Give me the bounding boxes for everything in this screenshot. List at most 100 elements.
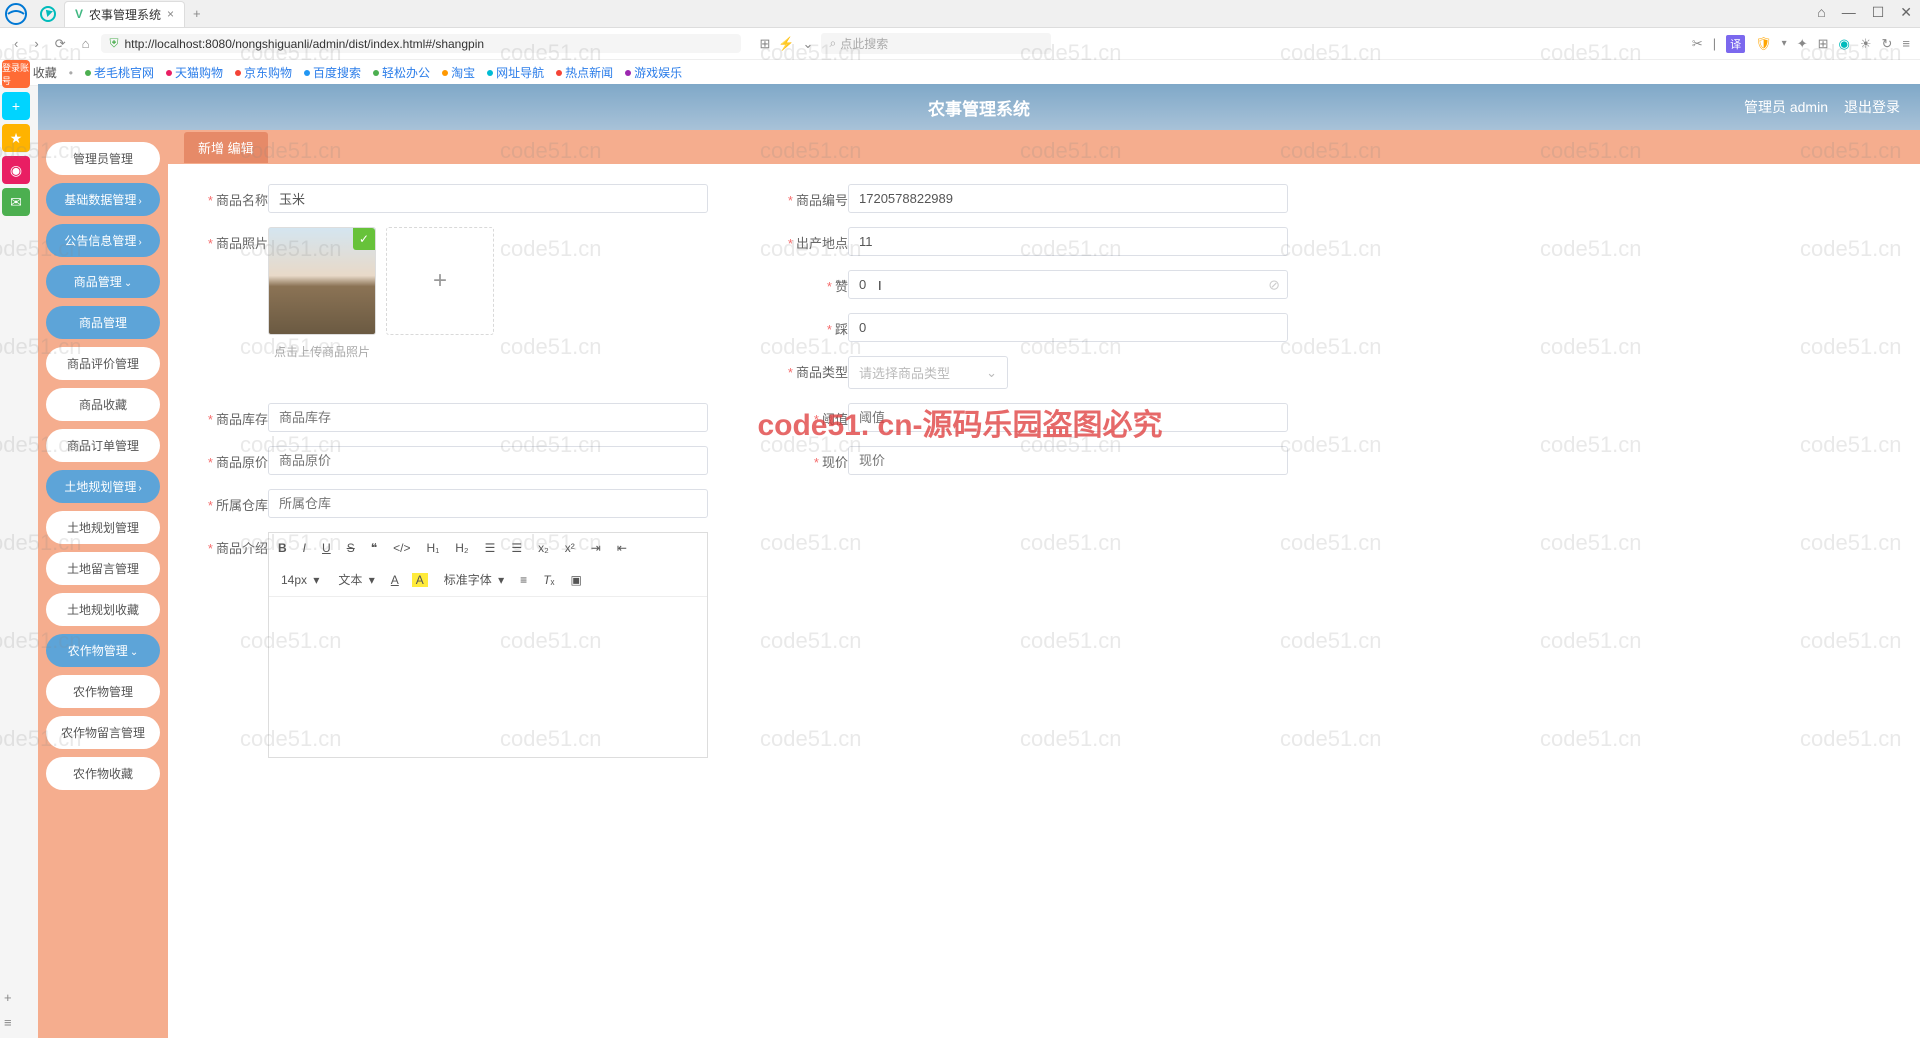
window-pin-icon[interactable]: ⌂ [1817,4,1825,21]
ext-shield-icon[interactable]: 🛡 [1755,36,1772,52]
dock-eye-icon[interactable]: ◉ [2,156,30,184]
bookmark-item[interactable]: 百度搜索 [304,64,361,81]
input-threshold[interactable] [848,403,1288,432]
bookmark-item[interactable]: 淘宝 [442,64,475,81]
sidebar-item-admin[interactable]: 管理员管理 [46,142,160,175]
editor-h1-icon[interactable]: H₁ [424,539,443,557]
dock-star-icon[interactable]: ★ [2,124,30,152]
editor-bold-icon[interactable]: B [275,539,290,557]
dock-add-icon[interactable]: + [4,990,12,1005]
dock-plus-icon[interactable]: + [2,92,30,120]
input-origprice[interactable] [268,446,708,475]
window-maximize-icon[interactable]: ☐ [1872,4,1885,21]
editor-indent-icon[interactable]: ⇥ [588,539,604,557]
editor-h2-icon[interactable]: H₂ [452,539,471,557]
input-product-name[interactable] [268,184,708,213]
tab-close-icon[interactable]: × [167,7,174,21]
editor-clear-icon[interactable]: Tₓ [540,571,557,589]
input-warehouse[interactable] [268,489,708,518]
scissors-icon[interactable]: ✂ [1692,36,1703,52]
editor-fontfamily-select[interactable]: 标准字体 ▾ [438,569,507,590]
editor-quote-icon[interactable]: ❝ [368,539,380,557]
sidebar-group-basedata[interactable]: 基础数据管理› [46,183,160,216]
bookmark-item[interactable]: 京东购物 [235,64,292,81]
dock-mail-icon[interactable]: ✉ [2,188,30,216]
bookmark-item[interactable]: 热点新闻 [556,64,613,81]
editor-underline-icon[interactable]: U [319,539,334,557]
nav-reload-icon[interactable]: ⟳ [51,34,70,54]
bookmark-item[interactable]: 天猫购物 [166,64,223,81]
sidebar-item-product-mgmt[interactable]: 商品管理 [46,306,160,339]
content-tab-addedit[interactable]: 新增 编辑 [184,132,268,163]
nav-forward-icon[interactable]: › [30,34,42,53]
qr-icon[interactable]: ⊞ [759,36,770,52]
upload-thumbnail[interactable]: ✓ [268,227,376,335]
editor-fontcolor-icon[interactable]: A [388,571,402,589]
user-label[interactable]: 管理员 admin [1744,97,1828,117]
logout-link[interactable]: 退出登录 [1844,97,1900,117]
new-tab-button[interactable]: + [185,6,209,21]
window-close-icon[interactable]: ✕ [1900,4,1912,21]
select-product-type[interactable]: 请选择商品类型 ⌄ [848,356,1008,389]
sidebar-group-notice[interactable]: 公告信息管理› [46,224,160,257]
sidebar-item-land-msg[interactable]: 土地留言管理 [46,552,160,585]
editor-ul-icon[interactable]: ☰ [508,539,525,557]
sidebar-item-crop-msg[interactable]: 农作物留言管理 [46,716,160,749]
editor-align-icon[interactable]: ≡ [517,571,530,589]
editor-strike-icon[interactable]: S [344,539,358,557]
input-stock[interactable] [268,403,708,432]
editor-fontsize-select[interactable]: 14px ▾ [275,571,322,589]
input-price[interactable] [848,446,1288,475]
browser-search[interactable]: ⌕ 点此搜索 [821,33,1051,54]
bookmark-item[interactable]: 轻松办公 [373,64,430,81]
browser-tab[interactable]: V 农事管理系统 × [64,1,185,27]
sidebar-item-land-fav[interactable]: 土地规划收藏 [46,593,160,626]
dock-login-icon[interactable]: 登录账号 [2,60,30,88]
nav-back-icon[interactable]: ‹ [10,34,22,53]
label-product-photo: 商品照片 [216,236,268,251]
editor-texttype-select[interactable]: 文本 ▾ [332,569,377,590]
sidebar-item-crop-fav[interactable]: 农作物收藏 [46,757,160,790]
dock-list-icon[interactable]: ≡ [4,1015,12,1030]
sidebar-item-crop-mgmt[interactable]: 农作物管理 [46,675,160,708]
bookmark-item[interactable]: 老毛桃官网 [85,64,154,81]
input-clear-icon[interactable]: ⊘ [1268,276,1280,293]
url-bar[interactable]: ⛨ http://localhost:8080/nongshiguanli/ad… [101,34,741,53]
editor-bgcolor-icon[interactable]: A [412,573,428,587]
favorites-label[interactable]: 收藏 [33,64,57,81]
refresh2-icon[interactable]: ↻ [1882,36,1893,52]
window-minimize-icon[interactable]: — [1842,4,1856,21]
input-origin[interactable] [848,227,1288,256]
translate-icon[interactable]: 译 [1726,35,1745,53]
ext-dropdown-icon[interactable]: ▾ [1782,38,1787,49]
nav-home-icon[interactable]: ⌂ [78,34,94,53]
globe-icon[interactable]: ◉ [1839,36,1850,52]
puzzle-icon[interactable]: ✦ [1797,36,1808,52]
input-product-id[interactable] [848,184,1288,213]
editor-content[interactable] [269,597,707,757]
editor-outdent-icon[interactable]: ⇤ [614,539,630,557]
input-zan[interactable] [848,270,1288,299]
editor-sub-icon[interactable]: x₂ [535,539,552,557]
sidebar-item-land-plan[interactable]: 土地规划管理 [46,511,160,544]
upload-add-button[interactable]: + [386,227,494,335]
sidebar-item-product-review[interactable]: 商品评价管理 [46,347,160,380]
sidebar-group-product[interactable]: 商品管理⌄ [46,265,160,298]
lightning-icon[interactable]: ⚡ [778,36,794,52]
editor-sup-icon[interactable]: x² [562,539,578,557]
input-cai[interactable] [848,313,1288,342]
menu-icon[interactable]: ≡ [1902,36,1910,51]
sidebar-group-land[interactable]: 土地规划管理› [46,470,160,503]
bookmark-item[interactable]: 网址导航 [487,64,544,81]
sidebar-group-crop[interactable]: 农作物管理⌄ [46,634,160,667]
editor-image-icon[interactable]: ▣ [567,571,584,589]
grid-icon[interactable]: ⊞ [1818,36,1829,52]
editor-ol-icon[interactable]: ☰ [482,539,499,557]
sidebar-item-product-fav[interactable]: 商品收藏 [46,388,160,421]
sidebar-item-product-order[interactable]: 商品订单管理 [46,429,160,462]
editor-italic-icon[interactable]: I [300,539,309,557]
dropdown-icon[interactable]: ⌄ [803,36,814,52]
bookmark-item[interactable]: 游戏娱乐 [625,64,682,81]
sun-icon[interactable]: ☀ [1860,36,1872,52]
editor-code-icon[interactable]: </> [390,539,413,557]
